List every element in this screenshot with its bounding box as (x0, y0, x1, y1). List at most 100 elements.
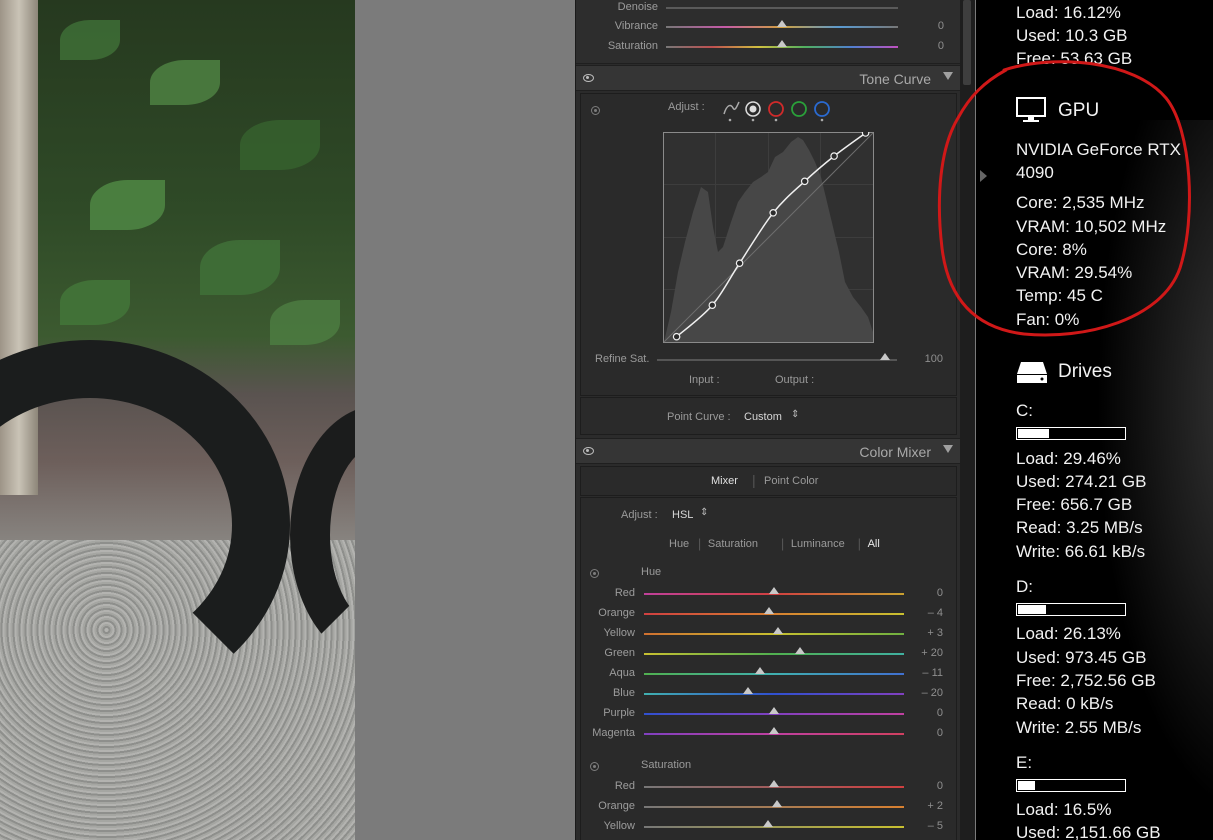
curve-adjust-label: Adjust : (668, 101, 705, 113)
drive-d-load: Load: 26.13% (1016, 624, 1121, 643)
target-adjust-icon[interactable] (591, 106, 600, 115)
hue-magenta-thumb[interactable] (769, 727, 779, 734)
refine-sat-slider[interactable] (657, 359, 897, 361)
expand-arrow-icon[interactable] (980, 170, 987, 182)
green-channel-icon[interactable] (791, 101, 807, 117)
foliage (240, 120, 320, 170)
saturation-orange-thumb[interactable] (771, 800, 782, 807)
vibrance-thumb[interactable] (777, 20, 787, 27)
gpu-core-clock: Core: 2,535 MHz (1016, 193, 1145, 212)
hue-blue-label: Blue (612, 687, 635, 699)
curve-control-point[interactable] (769, 209, 778, 217)
white-channel-icon[interactable] (745, 101, 761, 122)
saturation-red-thumb[interactable] (769, 780, 779, 787)
subtab-divider: | (697, 536, 702, 551)
hue-orange-value[interactable]: – 4 (903, 607, 943, 619)
point-curve-select[interactable]: Custom (744, 411, 782, 423)
subtab-saturation[interactable]: Saturation (708, 538, 758, 550)
panel-scrollbar-track[interactable] (960, 0, 975, 840)
hue-target-icon[interactable] (590, 569, 599, 578)
hue-purple-value[interactable]: 0 (903, 707, 943, 719)
hue-magenta-value[interactable]: 0 (903, 727, 943, 739)
curve-control-point[interactable] (672, 332, 681, 341)
hue-aqua-value[interactable]: – 11 (903, 667, 943, 679)
drive-c-name: C: (1016, 401, 1033, 420)
hue-red-thumb[interactable] (769, 587, 779, 594)
refine-sat-thumb[interactable] (880, 353, 890, 360)
hue-purple-thumb[interactable] (769, 707, 779, 714)
hue-aqua-thumb[interactable] (754, 667, 765, 674)
subtab-hue[interactable]: Hue (669, 538, 689, 550)
tab-point-color[interactable]: Point Color (764, 475, 818, 487)
hue-red-value[interactable]: 0 (903, 587, 943, 599)
saturation-yellow-slider[interactable] (644, 826, 904, 828)
hue-orange-slider[interactable] (644, 613, 904, 615)
foliage (150, 60, 220, 105)
curve-control-point[interactable] (708, 301, 717, 310)
hue-green-value[interactable]: + 20 (903, 647, 943, 659)
curve-control-point[interactable] (830, 152, 838, 160)
mixer-content: Adjust : HSL ⇕ Hue | Saturation | Luminance |… (580, 497, 957, 840)
saturation-red-value[interactable]: 0 (903, 780, 943, 792)
hue-yellow-value[interactable]: + 3 (903, 627, 943, 639)
denoise-slider[interactable] (666, 7, 898, 9)
drive-d-usage-bar (1016, 603, 1126, 616)
photo-preview[interactable] (0, 0, 355, 840)
tone-curve-header[interactable]: Tone Curve (576, 65, 961, 91)
saturation-yellow-thumb[interactable] (762, 820, 773, 827)
tab-mixer[interactable]: Mixer (711, 475, 738, 487)
hue-blue-slider[interactable] (644, 693, 904, 695)
mixer-adjust-label: Adjust : (621, 509, 658, 521)
tone-curve-graph[interactable] (663, 132, 875, 344)
select-updown-icon[interactable]: ⇕ (700, 507, 708, 518)
gpu-title: GPU (1058, 100, 1100, 121)
gpu-name-line1: NVIDIA GeForce RTX (1016, 140, 1182, 159)
panel-scrollbar-thumb[interactable] (963, 0, 971, 85)
monitor-icon (1016, 97, 1046, 122)
curve-control-point[interactable] (735, 259, 744, 268)
saturation-target-icon[interactable] (590, 762, 599, 771)
saturation-yellow-value[interactable]: – 5 (903, 820, 943, 832)
saturation-value[interactable]: 0 (904, 40, 944, 52)
hue-green-thumb[interactable] (795, 647, 805, 654)
parametric-curve-icon[interactable] (723, 101, 740, 122)
foliage (60, 280, 130, 325)
hue-aqua-slider[interactable] (644, 673, 904, 675)
vibrance-value[interactable]: 0 (904, 20, 944, 32)
drive-c-usage-bar (1016, 427, 1126, 440)
point-curve-label: Point Curve : (667, 411, 731, 423)
hue-yellow-thumb[interactable] (772, 627, 783, 634)
hue-purple-label: Purple (603, 707, 635, 719)
saturation-yellow-label: Yellow (603, 820, 635, 832)
visibility-eye-icon[interactable] (583, 74, 594, 82)
refine-sat-value[interactable]: 100 (903, 353, 943, 365)
tone-curve-panel: Adjust : Refine Sat. 100 Input: Output … (580, 93, 957, 396)
mixer-adjust-select[interactable]: HSL (672, 509, 693, 521)
hue-blue-value[interactable]: – 20 (903, 687, 943, 699)
curve-control-point[interactable] (861, 132, 870, 137)
hue-orange-thumb[interactable] (763, 607, 774, 614)
drive-d-free: Free: 2,752.56 GB (1016, 671, 1156, 690)
saturation-red-label: Red (614, 780, 635, 792)
memory-free: Free: 53.63 GB (1016, 49, 1133, 68)
blue-channel-icon[interactable] (814, 101, 830, 122)
curve-control-point[interactable] (800, 177, 809, 186)
color-mixer-header[interactable]: Color Mixer (576, 438, 961, 464)
select-updown-icon[interactable]: ⇕ (791, 409, 799, 420)
subtab-all[interactable]: All (868, 538, 880, 550)
saturation-orange-value[interactable]: + 2 (903, 800, 943, 812)
hue-green-slider[interactable] (644, 653, 904, 655)
hue-blue-thumb[interactable] (743, 687, 753, 694)
drive-icon (1017, 362, 1047, 383)
vibrance-label: Vibrance (614, 20, 658, 32)
foliage (90, 180, 165, 230)
collapse-triangle-icon[interactable] (943, 72, 953, 80)
denoise-label: Denoise (617, 1, 658, 13)
saturation-thumb[interactable] (777, 40, 787, 47)
color-mixer-title: Color Mixer (859, 444, 931, 460)
drive-c-free: Free: 656.7 GB (1016, 495, 1133, 514)
red-channel-icon[interactable] (768, 101, 784, 122)
subtab-luminance[interactable]: Luminance (791, 538, 845, 550)
visibility-eye-icon[interactable] (583, 447, 594, 455)
collapse-triangle-icon[interactable] (943, 445, 953, 453)
